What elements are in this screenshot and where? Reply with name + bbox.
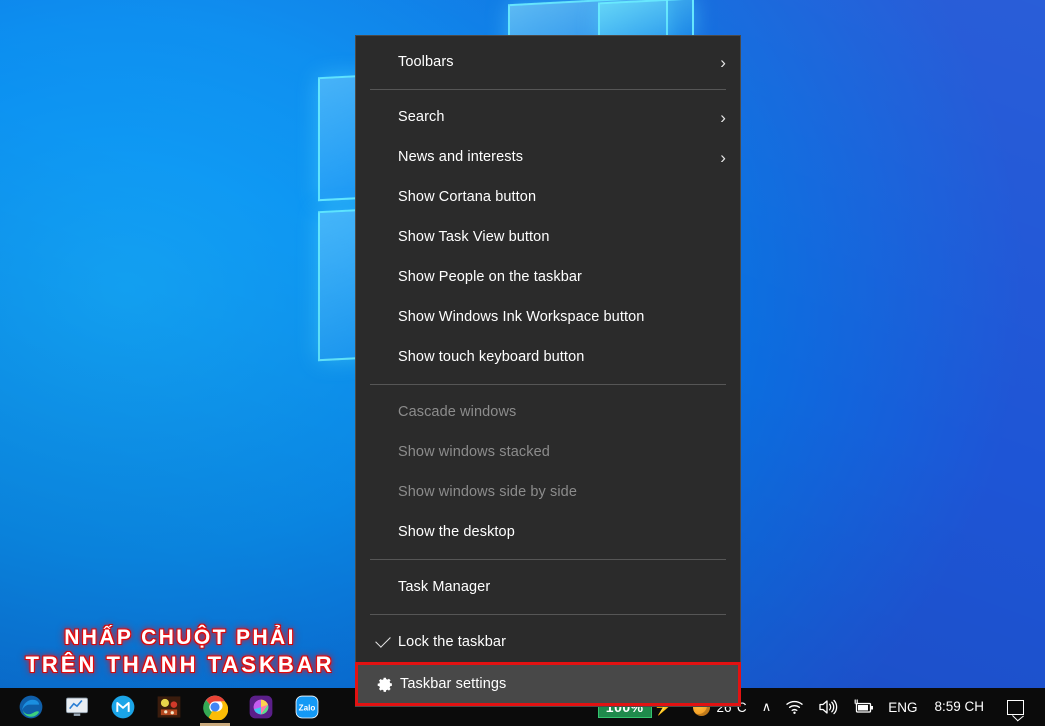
menu-item-search[interactable]: Search › [356, 97, 740, 137]
menu-separator [370, 559, 726, 560]
chevron-up-icon: ∧ [761, 699, 772, 714]
overlay-caption-line1: NHẤP CHUỘT PHẢI [64, 626, 296, 649]
clock[interactable]: 8:59 CH [924, 688, 994, 726]
menu-separator [370, 89, 726, 90]
show-hidden-icons-button[interactable]: ∧ [755, 688, 779, 726]
chevron-right-icon: › [720, 147, 726, 167]
menu-item-label: Taskbar settings [400, 676, 507, 692]
language-indicator[interactable]: ENG [881, 688, 924, 726]
chevron-right-icon: › [720, 52, 726, 72]
volume-button[interactable] [811, 688, 845, 726]
taskbar-app-game-app[interactable] [146, 688, 192, 726]
menu-separator [370, 384, 726, 385]
action-center-button[interactable] [994, 688, 1039, 726]
battery-charging-icon [854, 699, 874, 713]
menu-item-label: News and interests [398, 149, 524, 165]
menu-separator [370, 614, 726, 615]
notification-icon [1007, 699, 1024, 715]
taskbar-app-microsoft-edge[interactable] [8, 688, 54, 726]
menu-item-show-task-view-button[interactable]: Show Task View button [356, 217, 740, 257]
menu-item-label: Show Windows Ink Workspace button [398, 309, 645, 325]
taskbar-app-list: Zalo [0, 688, 330, 726]
menu-item-show-cortana-button[interactable]: Show Cortana button [356, 177, 740, 217]
battery-button[interactable] [845, 688, 881, 726]
menu-item-show-windows-side-by-side: Show windows side by side [356, 472, 740, 512]
menu-item-show-windows-ink-workspace-button[interactable]: Show Windows Ink Workspace button [356, 297, 740, 337]
taskbar-app-zalo[interactable]: Zalo [284, 688, 330, 726]
menu-item-toolbars[interactable]: Toolbars › [356, 42, 740, 82]
menu-item-label: Lock the taskbar [398, 634, 506, 650]
taskbar-app-purple-circle-app[interactable] [238, 688, 284, 726]
chevron-right-icon: › [720, 107, 726, 127]
menu-item-lock-the-taskbar[interactable]: Lock the taskbar [356, 622, 740, 662]
taskbar-app-google-chrome[interactable] [192, 688, 238, 726]
menu-item-label: Show Cortana button [398, 189, 537, 205]
overlay-caption-line2: TRÊN THANH TASKBAR [25, 652, 335, 677]
menu-item-show-touch-keyboard-button[interactable]: Show touch keyboard button [356, 337, 740, 377]
menu-item-cascade-windows: Cascade windows [356, 392, 740, 432]
menu-item-show-people-on-the-taskbar[interactable]: Show People on the taskbar [356, 257, 740, 297]
wifi-icon [786, 700, 803, 714]
menu-item-label: Search [398, 109, 445, 125]
menu-item-label: Show the desktop [398, 524, 515, 540]
menu-item-news-and-interests[interactable]: News and interests › [356, 137, 740, 177]
menu-item-label: Cascade windows [398, 404, 517, 420]
menu-item-label: Show People on the taskbar [398, 269, 582, 285]
speaker-icon [819, 699, 838, 715]
menu-item-task-manager[interactable]: Task Manager [356, 567, 740, 607]
overlay-caption: NHẤP CHUỘT PHẢI TRÊN THANH TASKBAR [0, 624, 360, 678]
menu-item-label: Task Manager [398, 579, 491, 595]
menu-item-show-the-desktop[interactable]: Show the desktop [356, 512, 740, 552]
gear-icon [370, 676, 400, 693]
taskbar-context-menu[interactable]: Toolbars › Search › News and interests › Show … [355, 35, 741, 707]
menu-item-label: Show windows side by side [398, 484, 578, 500]
check-icon [368, 632, 398, 648]
menu-item-label: Show Task View button [398, 229, 550, 245]
menu-item-show-windows-stacked: Show windows stacked [356, 432, 740, 472]
taskbar-app-blue-m-app[interactable] [100, 688, 146, 726]
svg-text:Zalo: Zalo [299, 703, 316, 712]
menu-item-taskbar-settings[interactable]: Taskbar settings [355, 662, 741, 706]
taskbar-app-chart-monitor-app[interactable] [54, 688, 100, 726]
menu-item-label: Toolbars [398, 54, 454, 70]
menu-item-label: Show touch keyboard button [398, 349, 585, 365]
menu-item-label: Show windows stacked [398, 444, 550, 460]
network-button[interactable] [778, 688, 811, 726]
screen: NHẤP CHUỘT PHẢI TRÊN THANH TASKBAR Toolb… [0, 0, 1045, 726]
